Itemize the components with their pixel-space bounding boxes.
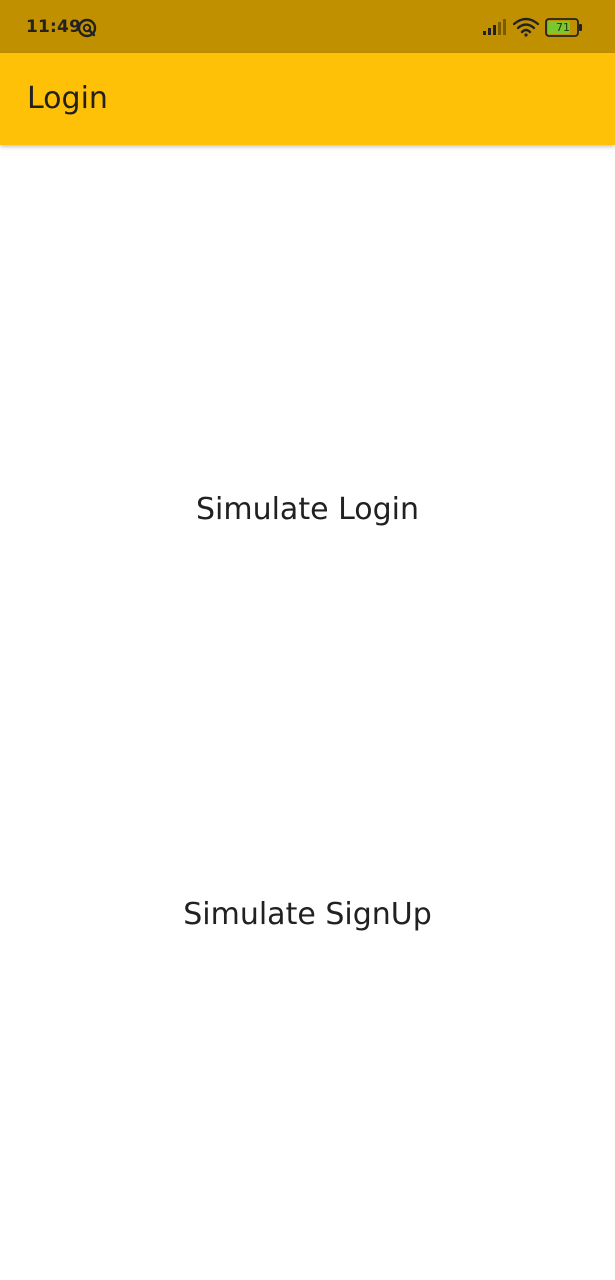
simulate-signup-button[interactable]: Simulate SignUp <box>0 885 615 944</box>
app-bar: Login <box>0 53 615 145</box>
signal-icon <box>483 19 506 35</box>
wifi-icon <box>513 17 539 37</box>
sync-icon <box>77 18 97 38</box>
main-content: Simulate Login Simulate SignUp <box>0 145 615 1280</box>
simulate-login-button[interactable]: Simulate Login <box>0 480 615 539</box>
page-title: Login <box>27 81 108 116</box>
battery-level: 71 <box>556 21 570 34</box>
status-bar: 11:49 71 <box>0 0 615 53</box>
status-time: 11:49 <box>26 17 82 37</box>
